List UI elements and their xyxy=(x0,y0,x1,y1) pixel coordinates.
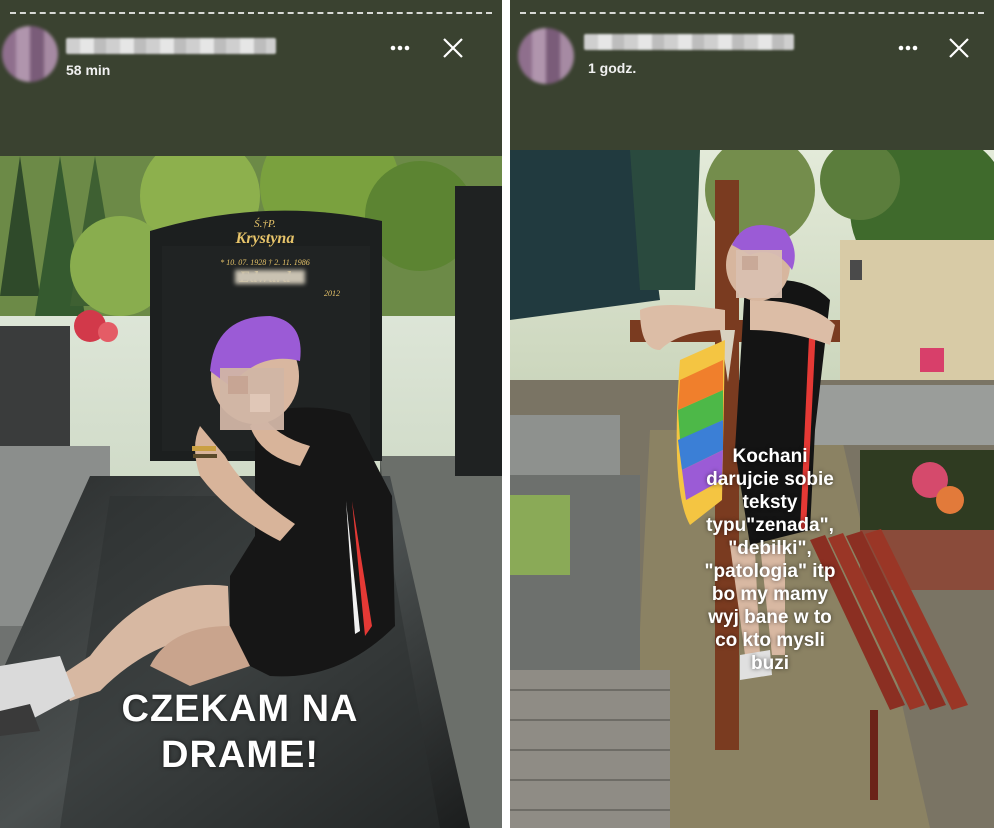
more-options-icon[interactable] xyxy=(896,36,920,60)
caption-line: buzi xyxy=(751,653,789,674)
surname-blur xyxy=(235,270,305,284)
caption-line: CZEKAM NA xyxy=(121,688,359,730)
caption-line: "debilki", xyxy=(728,538,812,559)
close-icon[interactable] xyxy=(947,36,971,60)
headstone-inscription: Ś.†P. Krystyna * 10. 07. 1928 † 2. 11. 1… xyxy=(190,218,340,298)
avatar[interactable] xyxy=(2,26,58,82)
story-photo: Ś.†P. Krystyna * 10. 07. 1928 † 2. 11. 1… xyxy=(0,156,502,828)
avatar[interactable] xyxy=(518,28,574,84)
headstone-line2: Krystyna xyxy=(235,230,295,247)
caption-line: "patologia" itp xyxy=(704,561,836,582)
story-header: 1 godz. xyxy=(510,0,994,150)
username-blurred[interactable] xyxy=(66,38,276,54)
story-progress-bar xyxy=(520,12,984,17)
story-photo: Kochani darujcie sobie teksty typu"zenad… xyxy=(510,150,994,828)
story-progress-bar xyxy=(10,12,492,17)
close-icon[interactable] xyxy=(441,36,465,60)
post-time: 1 godz. xyxy=(588,60,637,76)
caption-line: teksty xyxy=(742,492,798,513)
caption-line: DRAME! xyxy=(161,734,319,776)
caption-line: Kochani xyxy=(732,446,808,467)
headstone-line5: 2012 xyxy=(324,289,340,298)
more-options-icon[interactable] xyxy=(388,36,412,60)
story-caption: Kochani darujcie sobie teksty typu"zenad… xyxy=(665,445,875,675)
headstone-line1: Ś.†P. xyxy=(254,218,276,230)
caption-line: typu"zenada", xyxy=(706,515,834,536)
caption-line: co kto mysli xyxy=(715,630,825,651)
headstone-line3: * 10. 07. 1928 † 2. 11. 1986 xyxy=(220,258,310,267)
caption-line: wyj bane w to xyxy=(708,607,832,628)
story-caption: CZEKAM NA DRAME! xyxy=(60,686,420,778)
story-right[interactable]: 1 godz. Kochani darujcie sobie teksty ty… xyxy=(510,0,994,828)
story-left[interactable]: 58 min Ś.†P. Krystyna * 10. 07. 1928 † 2… xyxy=(0,0,502,828)
post-time: 58 min xyxy=(66,62,111,78)
story-header: 58 min xyxy=(0,0,502,156)
username-blurred[interactable] xyxy=(584,34,794,50)
caption-line: bo my mamy xyxy=(711,584,829,605)
caption-line: darujcie sobie xyxy=(706,469,834,490)
